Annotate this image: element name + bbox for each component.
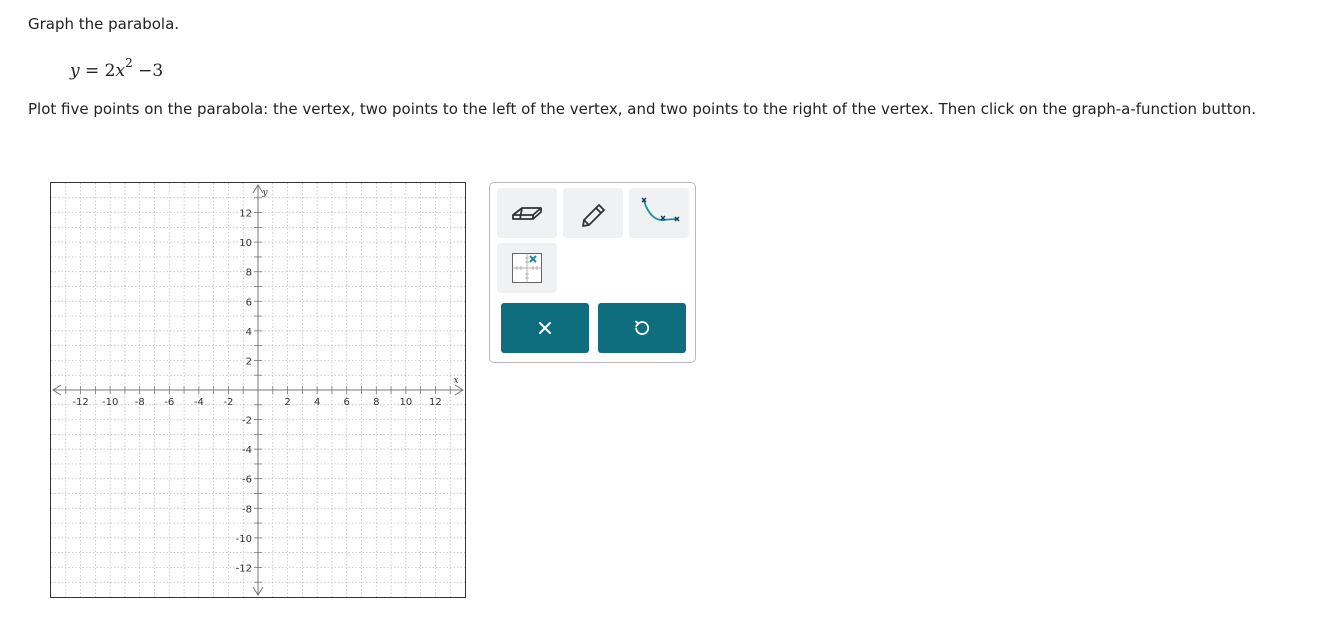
close-icon (539, 322, 551, 334)
y-tick-label: 12 (239, 209, 252, 220)
graph-canvas[interactable]: -12 -10 -8 -6 -4 -2 2 4 6 8 10 12 12108642-2-4-6-8-… (51, 183, 465, 597)
graph-function-icon (641, 197, 680, 222)
x-tick-label: -8 (135, 397, 145, 408)
y-tick-label: -6 (242, 475, 252, 486)
axes (52, 184, 464, 596)
eraser-tool[interactable] (497, 188, 557, 238)
point-tool[interactable] (497, 243, 557, 293)
x-tick-label: 10 (399, 397, 412, 408)
x-tick-label: -10 (102, 397, 118, 408)
undo-icon (635, 320, 650, 335)
y-tick-label: -2 (242, 416, 252, 427)
x-tick-label: 12 (429, 397, 442, 408)
y-tick-labels: 12 10 8 6 4 2 -2 -4 -6 -8 -10 -12 (236, 209, 252, 575)
x-tick-label: -2 (223, 397, 233, 408)
x-tick-label: -4 (194, 397, 204, 408)
coordinate-graph[interactable]: -12 -10 -8 -6 -4 -2 2 4 6 8 10 12 12 10 8 6 4 2 -2 -4 -6 -8-… (50, 182, 466, 598)
y-tick-label: 8 (246, 268, 252, 279)
y-tick-label: -10 (236, 534, 252, 545)
equation: y = 2x2 −3 (70, 56, 163, 81)
x-tick-label: -12 (72, 397, 88, 408)
x-tick-label: -6 (164, 397, 174, 408)
equation-coefficient: 2 (104, 61, 116, 81)
graph-a-function-tool[interactable] (629, 188, 689, 238)
y-tick-label: 10 (239, 238, 252, 249)
equation-equals: = (85, 61, 100, 81)
equation-constant: −3 (138, 61, 164, 81)
y-tick-label: -8 (242, 504, 252, 515)
x-axis-label: x (453, 376, 458, 386)
y-tick-label: 2 (246, 356, 252, 367)
x-tick-label: 8 (373, 397, 379, 408)
equation-variable: x (115, 61, 126, 81)
pencil-icon (582, 204, 605, 227)
y-tick-label: 6 (246, 297, 252, 308)
x-tick-label: 6 (344, 397, 350, 408)
equation-exponent: 2 (125, 56, 133, 70)
point-grid-icon (512, 253, 542, 283)
y-tick-label: 4 (246, 327, 252, 338)
eraser-icon (512, 207, 542, 220)
y-tick-label: -12 (236, 563, 252, 574)
x-tick-label: 2 (284, 397, 290, 408)
clear-button[interactable] (501, 303, 589, 353)
undo-button[interactable] (598, 303, 686, 353)
y-axis-label: y (261, 188, 268, 198)
pencil-tool[interactable] (563, 188, 623, 238)
x-tick-label: 4 (314, 397, 320, 408)
x-tick-labels: -12 -10 -8 -6 -4 -2 2 4 6 8 10 12 (72, 397, 441, 408)
equation-lhs: y (70, 61, 80, 81)
graph-toolbox (489, 182, 696, 363)
question-prompt: Graph the parabola. (28, 15, 180, 33)
instructions: Plot five points on the parabola: the ve… (28, 100, 1257, 118)
y-tick-label: -4 (242, 445, 252, 456)
